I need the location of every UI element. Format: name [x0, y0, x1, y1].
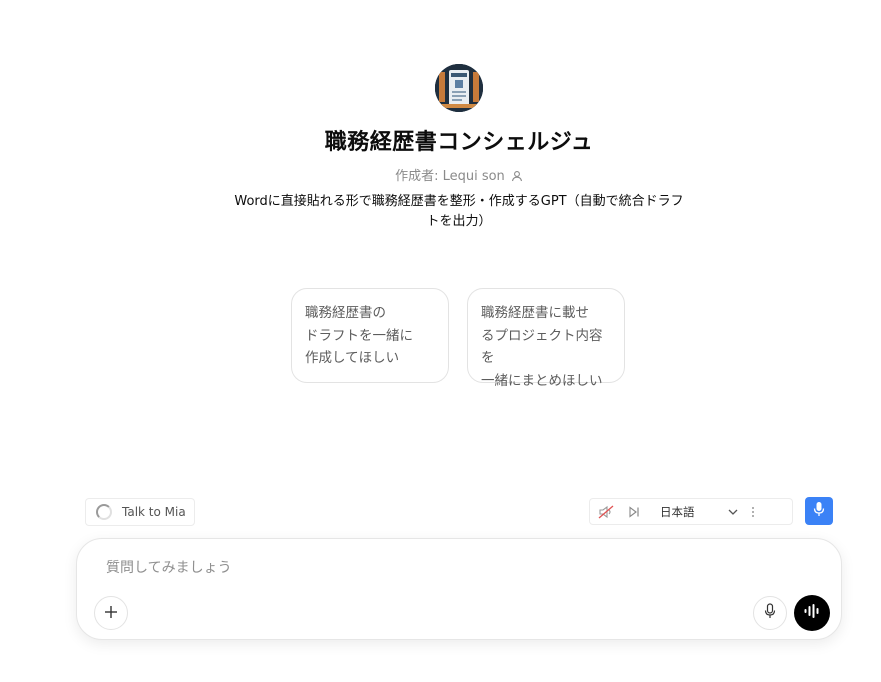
language-select[interactable]: 日本語 — [660, 504, 724, 520]
suggestion-card-label: 職務経歴書の ドラフトを一緒に 作成してほしい — [305, 305, 413, 366]
voice-waveform-icon — [803, 603, 821, 623]
more-vertical-icon[interactable] — [742, 506, 764, 518]
gpt-landing-page: 職務経歴書コンシェルジュ 作成者: Lequi son Wordに直接貼れる形で… — [0, 0, 881, 682]
suggestion-card-label: 職務経歴書に載せ るプロジェクト内容を 一緒にまとめほしい — [481, 305, 603, 389]
voice-input-button[interactable] — [805, 497, 833, 525]
voice-toolbar: 日本語 — [589, 498, 793, 525]
microphone-icon — [813, 501, 825, 521]
gpt-avatar-image — [435, 64, 483, 112]
talk-to-mia-button[interactable]: Talk to Mia — [85, 498, 195, 526]
gpt-description: Wordに直接貼れる形で職務経歴書を整形・作成するGPT（自動で統合ドラフトを出… — [234, 194, 684, 229]
person-icon — [511, 170, 523, 186]
talk-to-mia-label: Talk to Mia — [122, 505, 186, 519]
voice-mode-button[interactable] — [794, 595, 830, 631]
add-attachment-button[interactable] — [94, 596, 128, 630]
skip-next-icon[interactable] — [620, 499, 648, 524]
gpt-creator[interactable]: 作成者: Lequi son — [0, 165, 881, 186]
message-composer — [76, 538, 842, 640]
suggestion-card-project[interactable]: 職務経歴書に載せ るプロジェクト内容を 一緒にまとめほしい — [467, 288, 625, 389]
plus-icon — [104, 604, 118, 623]
gpt-title: 職務経歴書コンシェルジュ — [324, 130, 594, 155]
creator-label: 作成者: Lequi son — [395, 169, 505, 184]
dictate-button[interactable] — [753, 596, 787, 630]
message-input[interactable] — [104, 555, 748, 581]
chevron-down-icon[interactable] — [724, 509, 742, 515]
speaker-muted-icon[interactable] — [592, 499, 620, 524]
gpt-avatar — [435, 64, 483, 112]
loading-spinner-icon — [96, 504, 112, 520]
suggestion-card-draft[interactable]: 職務経歴書の ドラフトを一緒に 作成してほしい — [291, 288, 449, 383]
microphone-icon — [764, 603, 776, 623]
